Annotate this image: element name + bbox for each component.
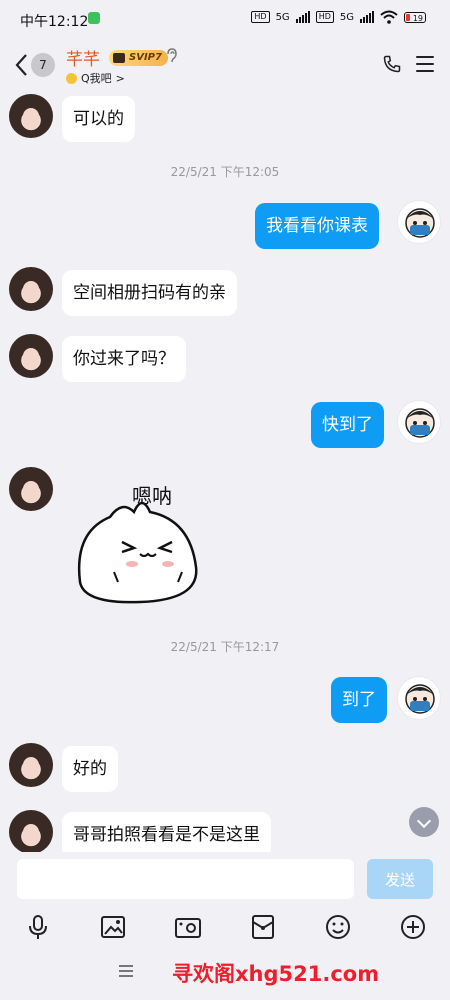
red-packet-icon[interactable] (248, 912, 278, 942)
contact-avatar[interactable] (9, 334, 53, 378)
plus-icon[interactable] (398, 912, 428, 942)
contact-avatar[interactable] (9, 267, 53, 311)
input-toolbar (0, 912, 450, 942)
status-bar: 中午12:12 HD 5G HD 5G 19 (0, 0, 450, 38)
send-button[interactable]: 发送 (367, 859, 433, 899)
message-list[interactable]: 可以的 22/5/21 下午12:05 我看看你课表 空间相册扫码有的亲 你过来… (0, 92, 450, 852)
battery-icon: 19 (404, 11, 426, 23)
signal-icon (295, 11, 310, 23)
image-icon[interactable] (98, 912, 128, 942)
my-avatar[interactable] (397, 676, 441, 720)
input-bar: 发送 寻欢阁xhg521.com (0, 852, 450, 1000)
menu-icon[interactable] (416, 56, 434, 72)
message-bubble-incoming[interactable]: 哥哥拍照看看是不是这里 (62, 812, 271, 852)
watermark: 寻欢阁xhg521.com (172, 962, 380, 986)
message-input[interactable] (17, 859, 354, 899)
message-bubble-outgoing[interactable]: 到了 (331, 677, 387, 723)
emoji-icon[interactable] (323, 912, 353, 942)
contact-subtitle[interactable]: Q我吧 > (66, 70, 125, 86)
contact-avatar[interactable] (9, 810, 53, 852)
sticker-text: 嗯呐 (132, 484, 172, 508)
message-bubble-incoming[interactable]: 好的 (62, 746, 118, 792)
timestamp: 22/5/21 下午12:17 (170, 640, 280, 654)
vip-badge[interactable]: SVIP7 (109, 50, 168, 66)
subtitle-arrow: > (115, 71, 125, 85)
cartoon-avatar-icon (405, 684, 435, 714)
ear-icon[interactable] (166, 48, 178, 64)
cartoon-avatar-icon (405, 208, 435, 238)
message-bubble-outgoing[interactable]: 快到了 (311, 402, 384, 448)
smile-icon (66, 72, 77, 84)
network-type-2: 5G (339, 11, 354, 23)
chat-header: 7 芊芊 SVIP7 Q我吧 > (0, 38, 450, 92)
network-type: 5G (275, 11, 290, 23)
my-avatar[interactable] (397, 200, 441, 244)
phone-icon[interactable] (382, 54, 402, 74)
message-bubble-incoming[interactable]: 可以的 (62, 96, 135, 142)
back-arrow-icon[interactable] (14, 53, 28, 77)
wechat-icon (88, 12, 100, 24)
signal-icon-2 (360, 11, 374, 23)
contact-name[interactable]: 芊芊 (66, 45, 100, 70)
status-indicators: HD 5G HD 5G 19 (251, 10, 426, 24)
contact-avatar[interactable] (9, 467, 53, 511)
unread-count-badge[interactable]: 7 (31, 53, 55, 77)
mic-icon[interactable] (23, 912, 53, 942)
hd-icon-2: HD (315, 11, 334, 23)
contact-avatar[interactable] (9, 94, 53, 138)
camera-icon[interactable] (173, 912, 203, 942)
sticker-message[interactable]: 嗯呐 (70, 472, 210, 608)
cartoon-avatar-icon (405, 408, 435, 438)
message-bubble-incoming[interactable]: 空间相册扫码有的亲 (62, 270, 237, 316)
my-avatar[interactable] (397, 400, 441, 444)
subtitle-text: Q我吧 (81, 72, 112, 85)
contact-avatar[interactable] (9, 743, 53, 787)
timestamp: 22/5/21 下午12:05 (170, 165, 280, 179)
scroll-to-bottom-button[interactable] (409, 807, 439, 837)
wifi-icon (380, 10, 398, 24)
status-time: 中午12:12 (20, 14, 89, 30)
hd-icon: HD (251, 11, 270, 23)
nav-menu-icon[interactable] (119, 965, 133, 979)
message-bubble-incoming[interactable]: 你过来了吗？ (62, 336, 186, 382)
message-bubble-outgoing[interactable]: 我看看你课表 (255, 203, 379, 249)
